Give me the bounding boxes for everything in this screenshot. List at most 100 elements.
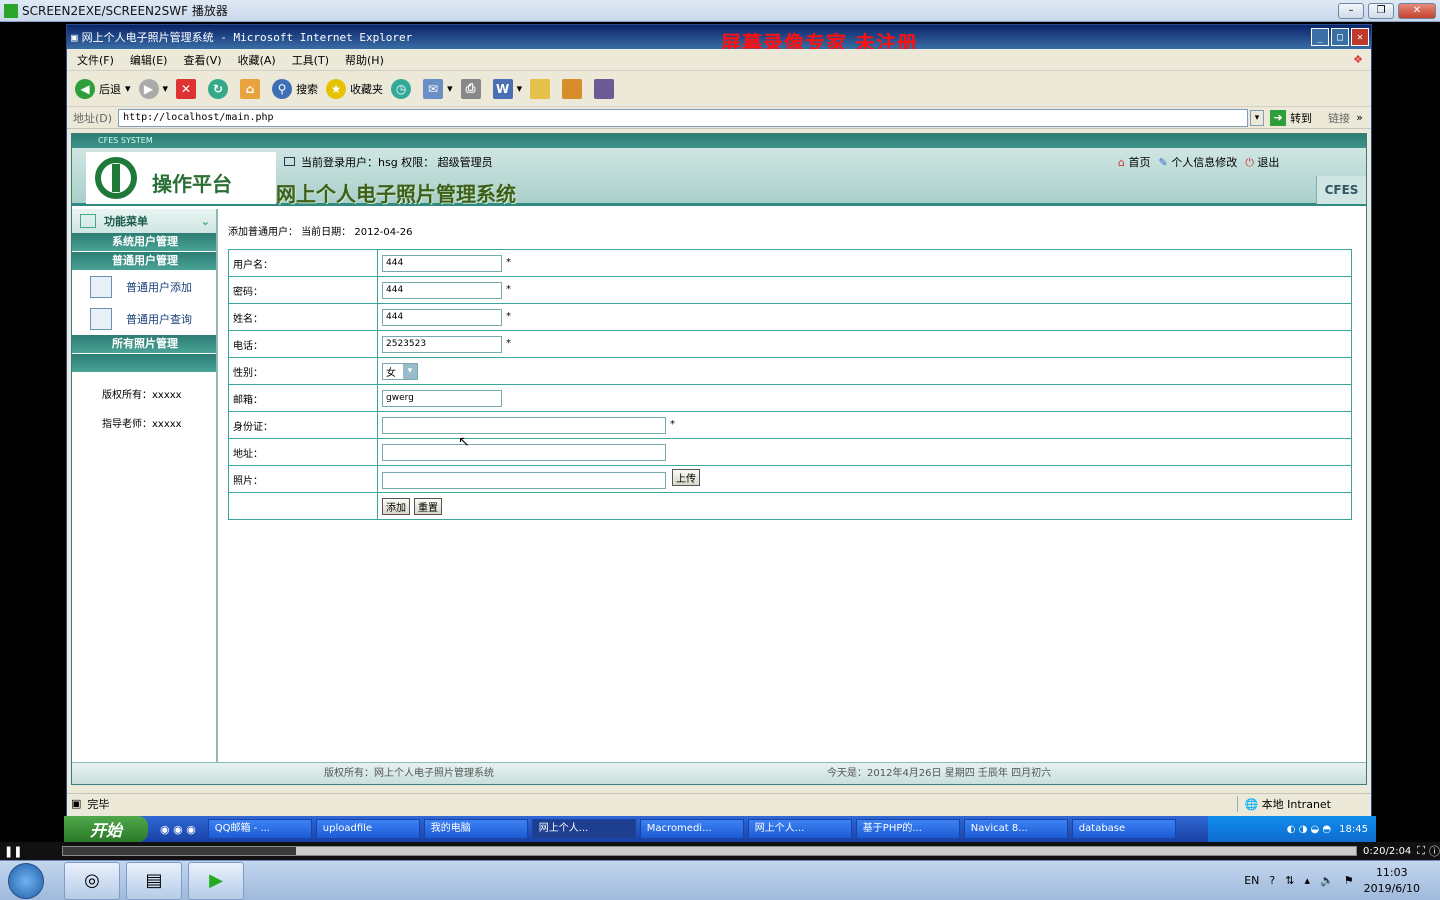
address-input[interactable]: http://localhost/main.php bbox=[118, 108, 1249, 127]
site-footer: 版权所有：网上个人电子照片管理系统 今天是：2012年4月26日 星期四 壬辰年… bbox=[72, 762, 1366, 784]
forward-arrow-icon: ▶ bbox=[138, 78, 159, 99]
id-card-field[interactable] bbox=[382, 416, 666, 434]
stop-button[interactable]: ✕ bbox=[176, 78, 200, 99]
gender-select[interactable]: 女 ▾ bbox=[382, 362, 418, 380]
task-ie-2[interactable]: 网上个人... bbox=[747, 819, 852, 839]
playback-time: 0:20/2:04 bbox=[1363, 845, 1412, 857]
volume-icon[interactable]: 🔈 bbox=[1320, 874, 1334, 887]
task-uploadfile[interactable]: uploadfile bbox=[315, 819, 420, 839]
edit-button[interactable]: W ▾ bbox=[492, 78, 522, 99]
windows-start-orb-icon[interactable] bbox=[8, 862, 44, 899]
back-button[interactable]: ◀ 后退 ▾ bbox=[75, 78, 131, 99]
seek-progress bbox=[63, 847, 297, 855]
upload-button[interactable]: 上传 bbox=[672, 469, 700, 487]
action-center-icon[interactable]: ⚑ bbox=[1344, 874, 1354, 887]
address-dropdown-icon[interactable]: ▾ bbox=[1250, 109, 1265, 126]
sidebar-teacher: 指导老师：xxxxx bbox=[102, 419, 182, 430]
xp-start-button[interactable]: 开始 bbox=[64, 816, 148, 842]
player-minimize-button[interactable]: – bbox=[1338, 2, 1364, 19]
menu-title-text: 功能菜单 bbox=[104, 215, 148, 228]
photo-field[interactable] bbox=[382, 471, 666, 489]
network-icon[interactable]: ⇅ bbox=[1285, 874, 1294, 887]
menu-favorites[interactable]: 收藏(A) bbox=[238, 52, 276, 68]
ie-minimize-button[interactable]: _ bbox=[1311, 28, 1329, 46]
ie-close-button[interactable]: ✕ bbox=[1351, 28, 1369, 46]
task-navicat[interactable]: Navicat 8... bbox=[963, 819, 1068, 839]
username-field[interactable] bbox=[382, 254, 502, 272]
menu-view[interactable]: 查看(V) bbox=[183, 52, 221, 68]
menu-tools[interactable]: 工具(T) bbox=[292, 52, 329, 68]
password-field[interactable] bbox=[382, 281, 502, 299]
phone-field[interactable] bbox=[382, 335, 502, 353]
refresh-button[interactable]: ↻ bbox=[208, 78, 232, 99]
sidebar-section-system-users[interactable]: 系统用户管理 bbox=[72, 233, 216, 251]
taskbar-player-app[interactable]: ▶ bbox=[188, 861, 244, 900]
system-title: 网上个人电子照片管理系统 bbox=[276, 182, 516, 206]
page-done-icon: ▣ bbox=[71, 797, 82, 810]
seek-slider[interactable] bbox=[62, 846, 1358, 856]
search-button[interactable]: ⚲ 搜索 bbox=[272, 78, 318, 99]
sidebar-item-add-user[interactable]: 普通用户添加 bbox=[72, 271, 216, 303]
player-maximize-button[interactable]: ❐ bbox=[1368, 2, 1394, 19]
taskbar-qq-app[interactable]: ◎ bbox=[64, 861, 120, 900]
home-icon: ⌂ bbox=[1118, 156, 1125, 169]
player-close-button[interactable]: ✕ bbox=[1398, 2, 1436, 19]
ie-page-icon: ▣ bbox=[71, 30, 78, 44]
language-indicator[interactable]: EN bbox=[1244, 874, 1259, 887]
chevron-right-icon[interactable]: » bbox=[1356, 111, 1363, 124]
history-button[interactable]: ◷ bbox=[391, 78, 415, 99]
printer-icon: ⎙ bbox=[460, 78, 481, 99]
pause-icon[interactable]: ❚❚ bbox=[4, 845, 22, 858]
task-ie-active[interactable]: 网上个人... bbox=[531, 819, 636, 839]
windows-flag-icon: ❖ bbox=[1353, 53, 1363, 66]
home-button[interactable]: ⌂ bbox=[240, 78, 264, 99]
print-button[interactable]: ⎙ bbox=[460, 78, 485, 99]
name-label: 姓名： bbox=[228, 303, 378, 331]
add-button[interactable]: 添加 bbox=[382, 497, 410, 515]
menu-icon bbox=[80, 214, 96, 228]
menu-edit[interactable]: 编辑(E) bbox=[130, 52, 168, 68]
player-titlebar: SCREEN2EXE/SCREEN2SWF 播放器 – ❐ ✕ bbox=[0, 0, 1440, 22]
task-database[interactable]: database bbox=[1071, 819, 1176, 839]
collapse-icon[interactable]: ⌄ bbox=[201, 215, 210, 228]
research-button[interactable] bbox=[562, 78, 586, 99]
favorites-button[interactable]: ★ 收藏夹 bbox=[326, 78, 383, 99]
task-php-doc[interactable]: 基于PHP的... bbox=[855, 819, 960, 839]
messenger-button[interactable] bbox=[594, 78, 618, 99]
profile-edit-link[interactable]: ✎ 个人信息修改 bbox=[1158, 154, 1237, 170]
quicklaunch-icons[interactable]: ◉ ◉ ◉ bbox=[160, 823, 196, 836]
ie-maximize-button[interactable]: □ bbox=[1331, 28, 1349, 46]
sidebar-section-photos[interactable]: 所有照片管理 bbox=[72, 335, 216, 353]
sidebar-section-normal-users[interactable]: 普通用户管理 bbox=[72, 252, 216, 270]
form-row-password: 密码： * bbox=[228, 276, 1352, 304]
word-icon: W bbox=[492, 78, 513, 99]
taskbar-explorer-app[interactable]: ▤ bbox=[126, 861, 182, 900]
fullscreen-icon[interactable]: ⛶ bbox=[1417, 844, 1425, 858]
info-icon[interactable]: ⓘ bbox=[1429, 843, 1440, 859]
address-field[interactable] bbox=[382, 443, 666, 461]
tray-icons[interactable]: ◐ ◑ ◒ ◓ bbox=[1287, 824, 1331, 835]
home-link[interactable]: ⌂ 首页 bbox=[1118, 154, 1150, 170]
go-button[interactable]: ➜ 转到 bbox=[1270, 109, 1312, 126]
menu-file[interactable]: 文件(F) bbox=[77, 52, 114, 68]
notes-button[interactable] bbox=[530, 78, 554, 99]
back-label: 后退 bbox=[99, 82, 121, 96]
clock[interactable]: 11:03 2019/6/10 bbox=[1364, 865, 1420, 897]
mail-button[interactable]: ✉ ▾ bbox=[423, 78, 453, 99]
forward-button[interactable]: ▶ ▾ bbox=[138, 78, 168, 99]
help-icon[interactable]: ? bbox=[1269, 874, 1275, 887]
sidebar-item-query-user[interactable]: 普通用户查询 bbox=[72, 303, 216, 335]
chevron-down-icon: ▾ bbox=[403, 363, 417, 379]
required-mark: * bbox=[670, 419, 675, 430]
logout-link[interactable]: ⏻ 退出 bbox=[1245, 154, 1279, 170]
task-qqmail[interactable]: QQ邮箱 - ... bbox=[207, 819, 312, 839]
email-field[interactable] bbox=[382, 389, 502, 407]
player-controls: ❚❚ 0:20/2:04 ⛶ ⓘ bbox=[0, 842, 1440, 860]
show-hidden-icons[interactable]: ▴ bbox=[1304, 874, 1310, 887]
reset-button[interactable]: 重置 bbox=[414, 497, 442, 515]
name-field[interactable] bbox=[382, 308, 502, 326]
menu-help[interactable]: 帮助(H) bbox=[345, 52, 384, 68]
task-macromedia[interactable]: Macromedi... bbox=[639, 819, 744, 839]
task-mycomputer[interactable]: 我的电脑 bbox=[423, 819, 528, 839]
links-button[interactable]: 链接 bbox=[1328, 110, 1350, 126]
